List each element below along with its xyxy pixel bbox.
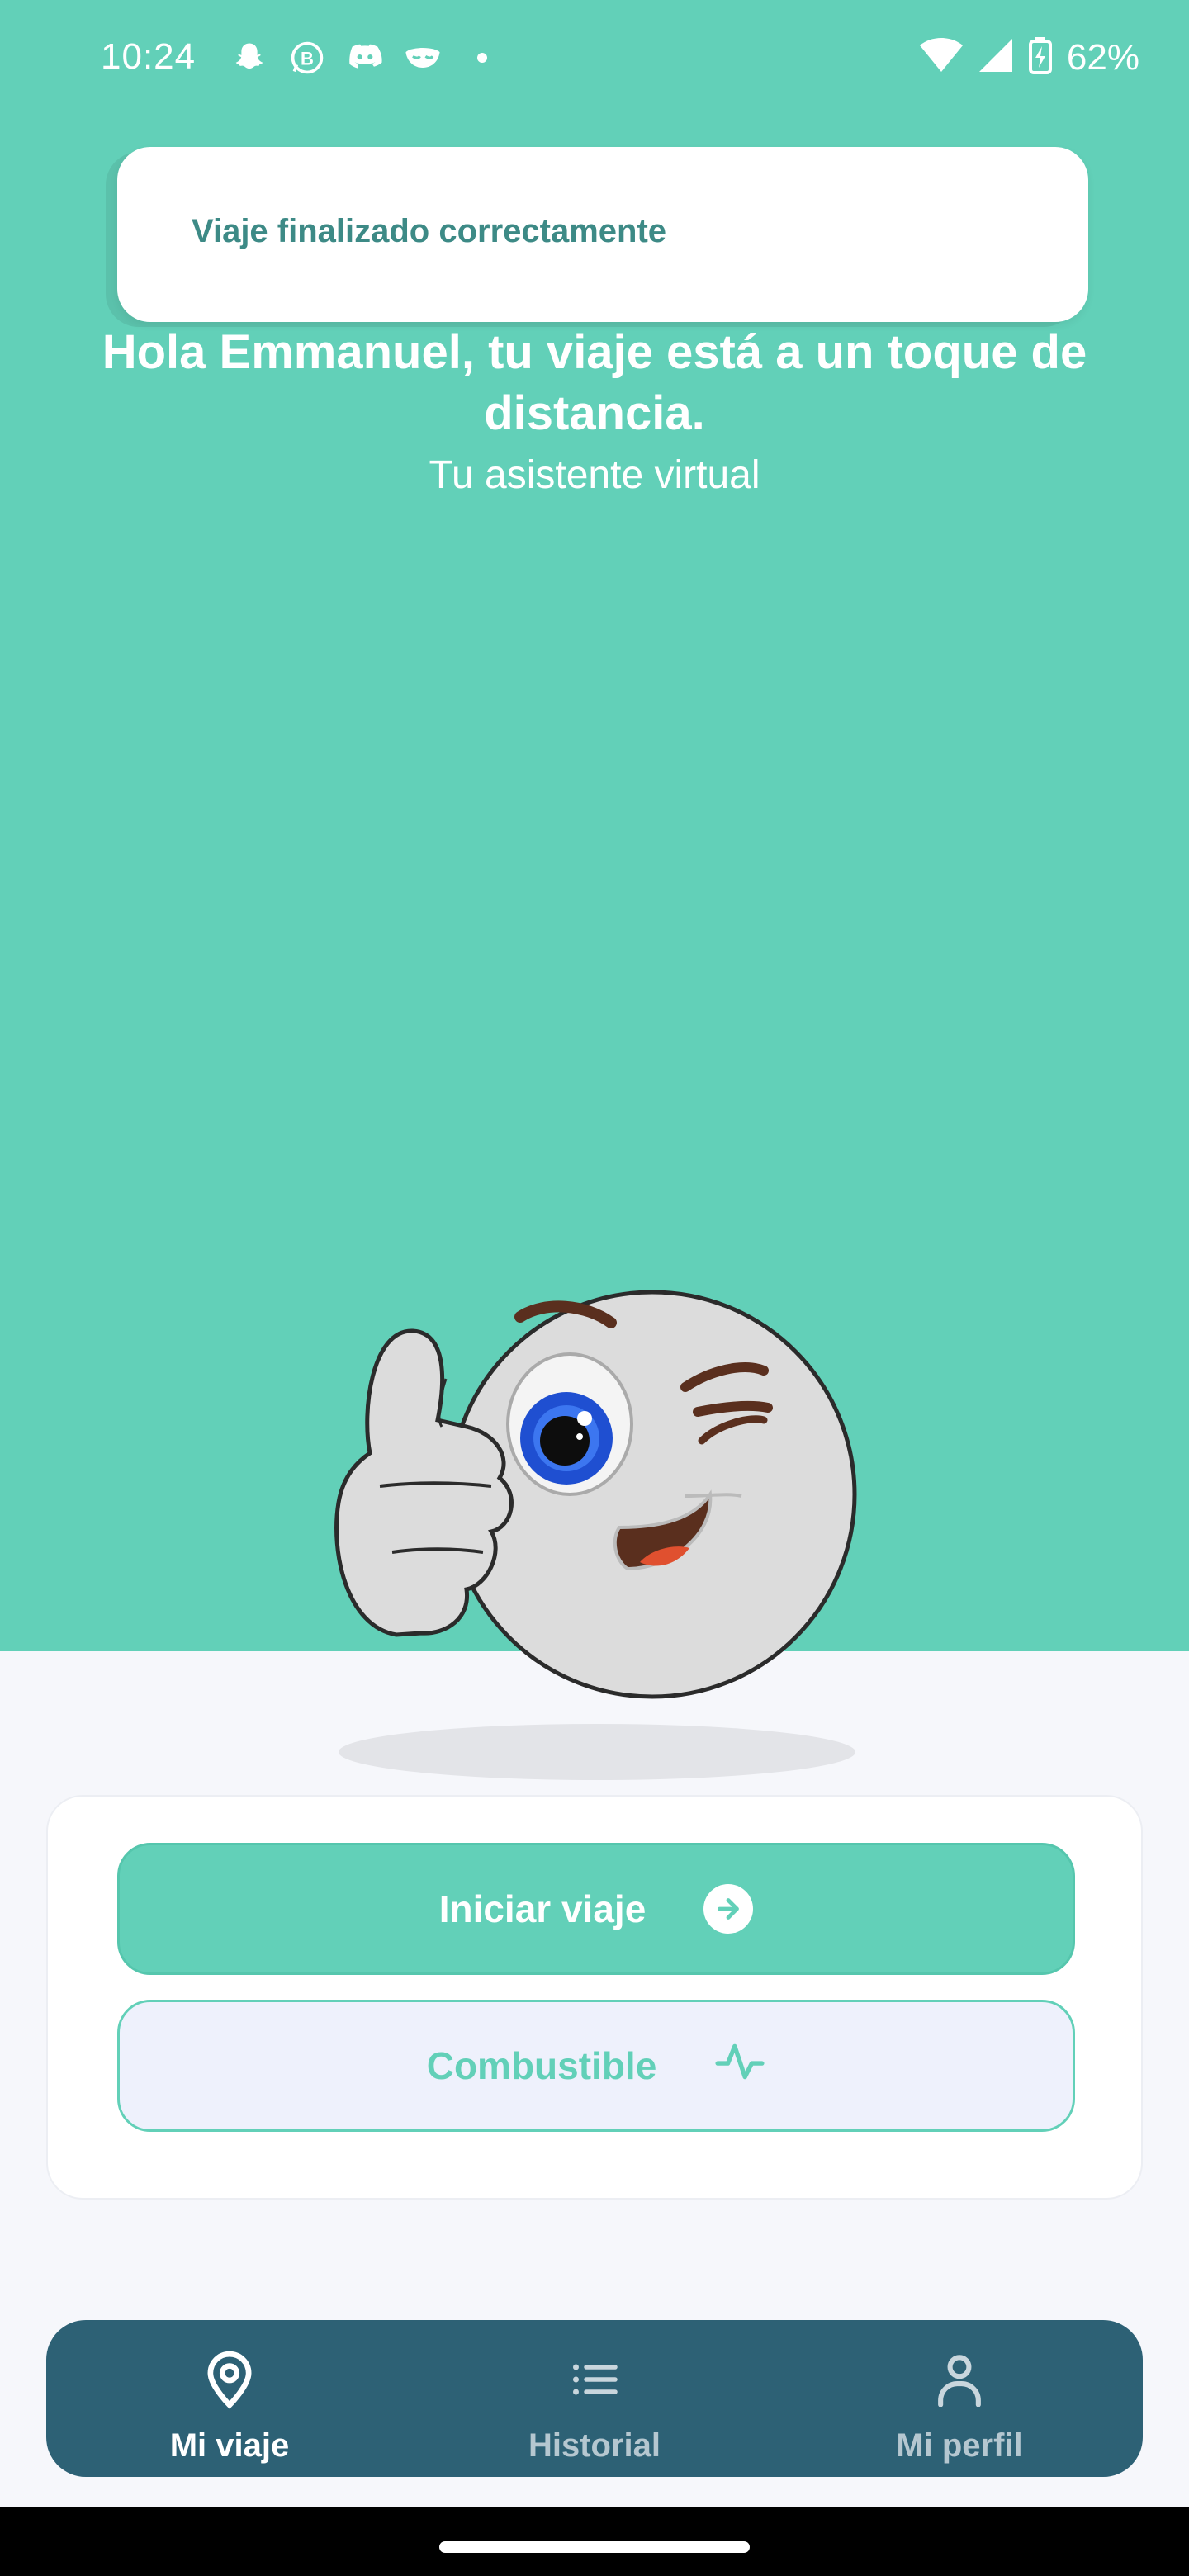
greeting-subtitle: Tu asistente virtual <box>429 453 760 497</box>
mascot-shadow <box>339 1724 855 1780</box>
trip-finished-toast: Viaje finalizado correctamente <box>117 147 1088 322</box>
location-pin-icon <box>203 2348 256 2411</box>
svg-text:B: B <box>301 48 314 69</box>
nav-item-historial[interactable]: Historial <box>471 2320 718 2477</box>
nav-item-mi-viaje[interactable]: Mi viaje <box>106 2320 353 2477</box>
trip-actions-card: Iniciar viaje Combustible <box>46 1795 1143 2200</box>
battery-percentage: 62% <box>1066 36 1139 78</box>
cellular-signal-icon <box>978 37 1014 78</box>
fuel-button[interactable]: Combustible <box>117 2000 1075 2132</box>
start-trip-label: Iniciar viaje <box>438 1887 647 1930</box>
toast-message: Viaje finalizado correctamente <box>192 213 667 249</box>
status-time: 10:24 <box>101 36 197 77</box>
nav-label-mi-viaje: Mi viaje <box>169 2427 290 2464</box>
fuel-label: Combustible <box>426 2044 657 2087</box>
nav-label-mi-perfil: Mi perfil <box>896 2427 1023 2464</box>
start-trip-button[interactable]: Iniciar viaje <box>117 1843 1075 1975</box>
discord-icon <box>345 38 385 78</box>
greeting-title: Hola Emmanuel, tu viaje está a un toque … <box>102 325 1087 440</box>
battery-charging-icon <box>1028 36 1052 78</box>
snapchat-icon <box>230 38 269 78</box>
mask-app-icon <box>403 38 443 78</box>
more-notifications-dot <box>477 53 487 63</box>
mascot-thumbs-up-illustration <box>334 1290 857 1699</box>
home-gesture-handle[interactable] <box>439 2541 750 2553</box>
notification-icons: B <box>230 38 487 78</box>
arrow-right-icon <box>703 1884 754 1934</box>
wifi-icon <box>919 37 963 78</box>
nav-item-mi-perfil[interactable]: Mi perfil <box>836 2320 1083 2477</box>
bottom-navigation: Mi viaje Historial Mi perfil <box>46 2320 1143 2477</box>
activity-icon <box>714 2040 765 2092</box>
system-indicators: 62% <box>919 36 1139 78</box>
list-icon <box>570 2348 619 2411</box>
user-icon <box>936 2348 983 2411</box>
whatsapp-business-icon: B <box>287 38 327 78</box>
status-bar: 10:24 B 62% <box>0 0 1189 124</box>
nav-label-historial: Historial <box>528 2427 661 2464</box>
